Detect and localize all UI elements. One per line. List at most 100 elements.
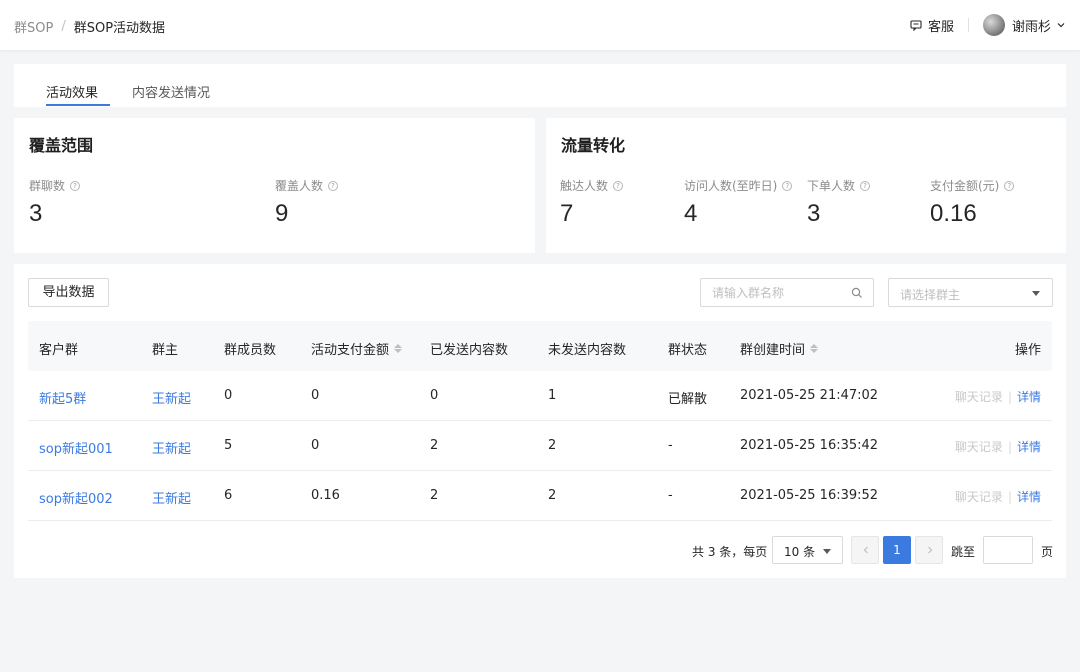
question-icon[interactable]: ?: [782, 180, 793, 191]
pagination: 共 3 条，每页 10 条 1 跳至 页: [14, 536, 1066, 564]
customer-service-button[interactable]: 客服: [910, 16, 954, 35]
page-unit-label: 页: [1041, 545, 1054, 559]
member-count: 5: [224, 438, 233, 453]
group-name-link[interactable]: sop新起001: [39, 438, 113, 457]
conversion-title: 流量转化: [561, 136, 626, 155]
stat-group-chats: 群聊数? 3: [29, 177, 81, 228]
question-icon[interactable]: ?: [613, 180, 624, 191]
jump-page-input[interactable]: [984, 537, 1032, 563]
row-actions: 聊天记录 | 详情: [955, 438, 1041, 455]
jump-label: 跳至: [951, 545, 976, 559]
stat-visitors: 访问人数(至昨日)? 4: [684, 177, 793, 228]
tab-content-delivery[interactable]: 内容发送情况: [132, 82, 210, 101]
breadcrumb-current: 群SOP活动数据: [73, 21, 166, 36]
page-number-current[interactable]: 1: [883, 536, 911, 564]
caret-down-icon: [823, 549, 831, 554]
table-row: sop新起002 王新起 6 0.16 2 2 - 2021-05-25 16:…: [28, 471, 1052, 521]
search-input[interactable]: [712, 285, 842, 301]
owner-link[interactable]: 王新起: [152, 488, 191, 507]
group-name-search: [700, 278, 874, 307]
column-header-label: 群创建时间: [740, 343, 806, 358]
detail-link[interactable]: 详情: [1017, 388, 1041, 405]
stat-payment-amount: 支付金额(元)? 0.16: [930, 177, 1015, 228]
row-actions: 聊天记录 | 详情: [955, 388, 1041, 405]
payment-amount: 0.16: [311, 488, 340, 503]
sent-count: 2: [430, 488, 439, 503]
avatar[interactable]: [982, 14, 1005, 36]
owner-link[interactable]: 王新起: [152, 388, 191, 407]
group-name-link[interactable]: sop新起002: [39, 488, 113, 507]
table-header: 客户群 群主 群成员数 活动支付金额 已发送内容数 未发送内容数 群状态 群创建…: [28, 321, 1052, 371]
question-icon[interactable]: ?: [328, 180, 339, 191]
top-bar: 群SOP / 群SOP活动数据 客服 谢雨杉: [0, 0, 1080, 50]
question-icon[interactable]: ?: [70, 180, 81, 191]
chevron-right-icon: [928, 546, 933, 554]
sort-icon[interactable]: [810, 344, 819, 353]
unsent-count: 2: [548, 488, 557, 503]
group-table-card: 导出数据 请选择群主 客户群 群主 群成员数 活动支付金额 已发送内容数 未发送…: [14, 264, 1066, 578]
sent-count: 2: [430, 438, 439, 453]
chat-history-link[interactable]: 聊天记录: [955, 438, 1003, 455]
action-divider: |: [1007, 489, 1012, 504]
group-owner-select[interactable]: 请选择群主: [888, 278, 1053, 307]
table-row: sop新起001 王新起 5 0 2 2 - 2021-05-25 16:35:…: [28, 421, 1052, 471]
column-header: 群状态: [668, 343, 708, 358]
stat-order-people: 下单人数? 3: [807, 177, 871, 228]
stat-label: 访问人数(至昨日): [684, 179, 778, 193]
stat-value: 3: [29, 200, 43, 227]
next-page-button[interactable]: [915, 536, 943, 564]
column-header: 群成员数: [224, 343, 277, 358]
detail-link[interactable]: 详情: [1017, 488, 1041, 505]
jump-page-field: [983, 536, 1033, 564]
column-header: 未发送内容数: [548, 343, 627, 358]
active-tab-indicator: [46, 104, 110, 106]
export-data-button[interactable]: 导出数据: [28, 278, 109, 307]
stat-value: 7: [560, 200, 574, 227]
column-header: 群主: [152, 343, 179, 358]
caret-down-icon: [1032, 291, 1040, 296]
sort-icon[interactable]: [394, 344, 403, 353]
conversion-card: 流量转化 触达人数? 7 访问人数(至昨日)? 4 下单人数? 3 支付金额(元…: [546, 118, 1066, 253]
coverage-title: 覆盖范围: [29, 136, 94, 155]
owner-link[interactable]: 王新起: [152, 438, 191, 457]
payment-amount: 0: [311, 438, 320, 453]
breadcrumb-parent[interactable]: 群SOP: [14, 17, 53, 36]
row-actions: 聊天记录 | 详情: [955, 488, 1041, 505]
header-divider: [967, 18, 969, 32]
question-icon[interactable]: ?: [860, 180, 871, 191]
chat-history-link[interactable]: 聊天记录: [955, 488, 1003, 505]
prev-page-button[interactable]: [851, 536, 879, 564]
unsent-count: 1: [548, 388, 557, 403]
breadcrumb: 群SOP / 群SOP活动数据: [14, 17, 165, 36]
table-row: 新起5群 王新起 0 0 0 1 已解散 2021-05-25 21:47:02…: [28, 371, 1052, 421]
page-size-select[interactable]: 10 条: [772, 536, 843, 564]
created-time: 2021-05-25 16:39:52: [740, 488, 879, 503]
created-time: 2021-05-25 21:47:02: [740, 388, 879, 403]
breadcrumb-separator: /: [61, 19, 66, 34]
stat-label: 下单人数: [807, 179, 856, 193]
search-icon[interactable]: [851, 287, 863, 299]
column-header-created[interactable]: 群创建时间: [740, 339, 819, 358]
pagination-total: 共 3 条，每页: [692, 545, 768, 559]
member-count: 0: [224, 388, 233, 403]
column-header-amount[interactable]: 活动支付金额: [311, 339, 403, 358]
detail-link[interactable]: 详情: [1017, 438, 1041, 455]
stat-label: 群聊数: [29, 179, 66, 193]
group-status: -: [668, 438, 673, 453]
chevron-left-icon: [863, 546, 868, 554]
column-header: 客户群: [39, 343, 79, 358]
stat-value: 3: [807, 200, 821, 227]
payment-amount: 0: [311, 388, 320, 403]
column-header: 已发送内容数: [430, 343, 509, 358]
user-name[interactable]: 谢雨杉: [1012, 16, 1051, 35]
question-icon[interactable]: ?: [1004, 180, 1015, 191]
chevron-down-icon[interactable]: [1056, 20, 1066, 30]
group-name-link[interactable]: 新起5群: [39, 388, 86, 407]
stat-value: 0.16: [930, 200, 977, 227]
message-icon: [910, 20, 922, 31]
chat-history-link[interactable]: 聊天记录: [955, 388, 1003, 405]
stat-covered-people: 覆盖人数? 9: [275, 177, 339, 228]
tab-activity-effect[interactable]: 活动效果: [46, 82, 98, 101]
coverage-card: 覆盖范围 群聊数? 3 覆盖人数? 9: [14, 118, 535, 253]
group-status: -: [668, 488, 673, 503]
